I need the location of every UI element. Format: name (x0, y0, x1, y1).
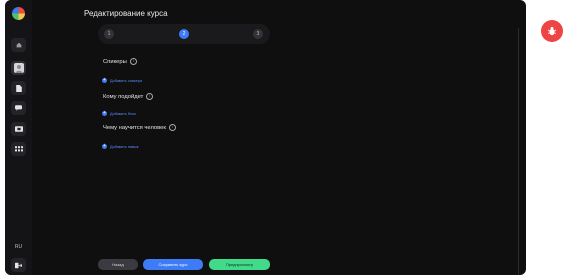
step-3[interactable]: 3 (253, 29, 263, 39)
skills-label: Чему научится человек (103, 124, 166, 131)
stepper: 1 2 3 (98, 24, 270, 44)
video-button[interactable] (11, 122, 26, 136)
bug-icon (547, 26, 557, 36)
speakers-label: Спикеры (103, 58, 127, 65)
sidebar: RU (5, 0, 32, 275)
add-speaker-button[interactable]: + Добавить спикера (102, 78, 142, 83)
app-window: RU Редактирование курса 1 2 3 Спикеры i … (5, 0, 526, 275)
preview-button[interactable]: Предпросмотр (209, 259, 270, 270)
step-2[interactable]: 2 (179, 29, 189, 39)
logo[interactable] (12, 7, 25, 20)
chat-button[interactable] (11, 101, 26, 115)
plus-icon: + (102, 110, 107, 116)
audience-label: Кому подойдет (103, 93, 144, 100)
language-switch[interactable]: RU (9, 244, 28, 250)
info-icon[interactable]: i (168, 124, 176, 131)
step-1[interactable]: 1 (104, 29, 114, 39)
info-icon[interactable]: i (146, 93, 154, 100)
plus-icon: + (102, 143, 107, 149)
grid-button[interactable] (11, 142, 26, 156)
add-skill-label: Добавить навык (110, 144, 139, 149)
info-icon[interactable]: i (129, 58, 137, 65)
plus-icon: + (102, 77, 107, 83)
save-course-button[interactable]: Сохранить курс (143, 259, 203, 270)
back-button[interactable]: Назад (98, 259, 138, 270)
home-icon (16, 42, 21, 48)
logout-button[interactable] (11, 258, 26, 272)
home-button[interactable] (11, 38, 26, 52)
add-block-button[interactable]: + Добавить блок (102, 111, 136, 116)
speakers-section-title: Спикеры i (103, 58, 137, 65)
logout-icon (15, 262, 22, 268)
bug-report-button[interactable] (541, 20, 563, 42)
skills-section-title: Чему научится человек i (103, 124, 176, 131)
audience-section-title: Кому подойдет i (103, 93, 154, 100)
grid-icon (14, 146, 23, 152)
add-block-label: Добавить блок (110, 111, 136, 116)
page-title: Редактирование курса (84, 9, 168, 18)
chat-icon (15, 105, 22, 111)
vertical-divider (518, 28, 519, 275)
documents-button[interactable] (11, 81, 26, 95)
avatar (13, 63, 24, 73)
video-icon (14, 126, 23, 132)
add-speaker-label: Добавить спикера (110, 78, 142, 83)
add-skill-button[interactable]: + Добавить навык (102, 144, 138, 149)
profile-button[interactable] (11, 61, 26, 75)
document-icon (15, 84, 22, 92)
